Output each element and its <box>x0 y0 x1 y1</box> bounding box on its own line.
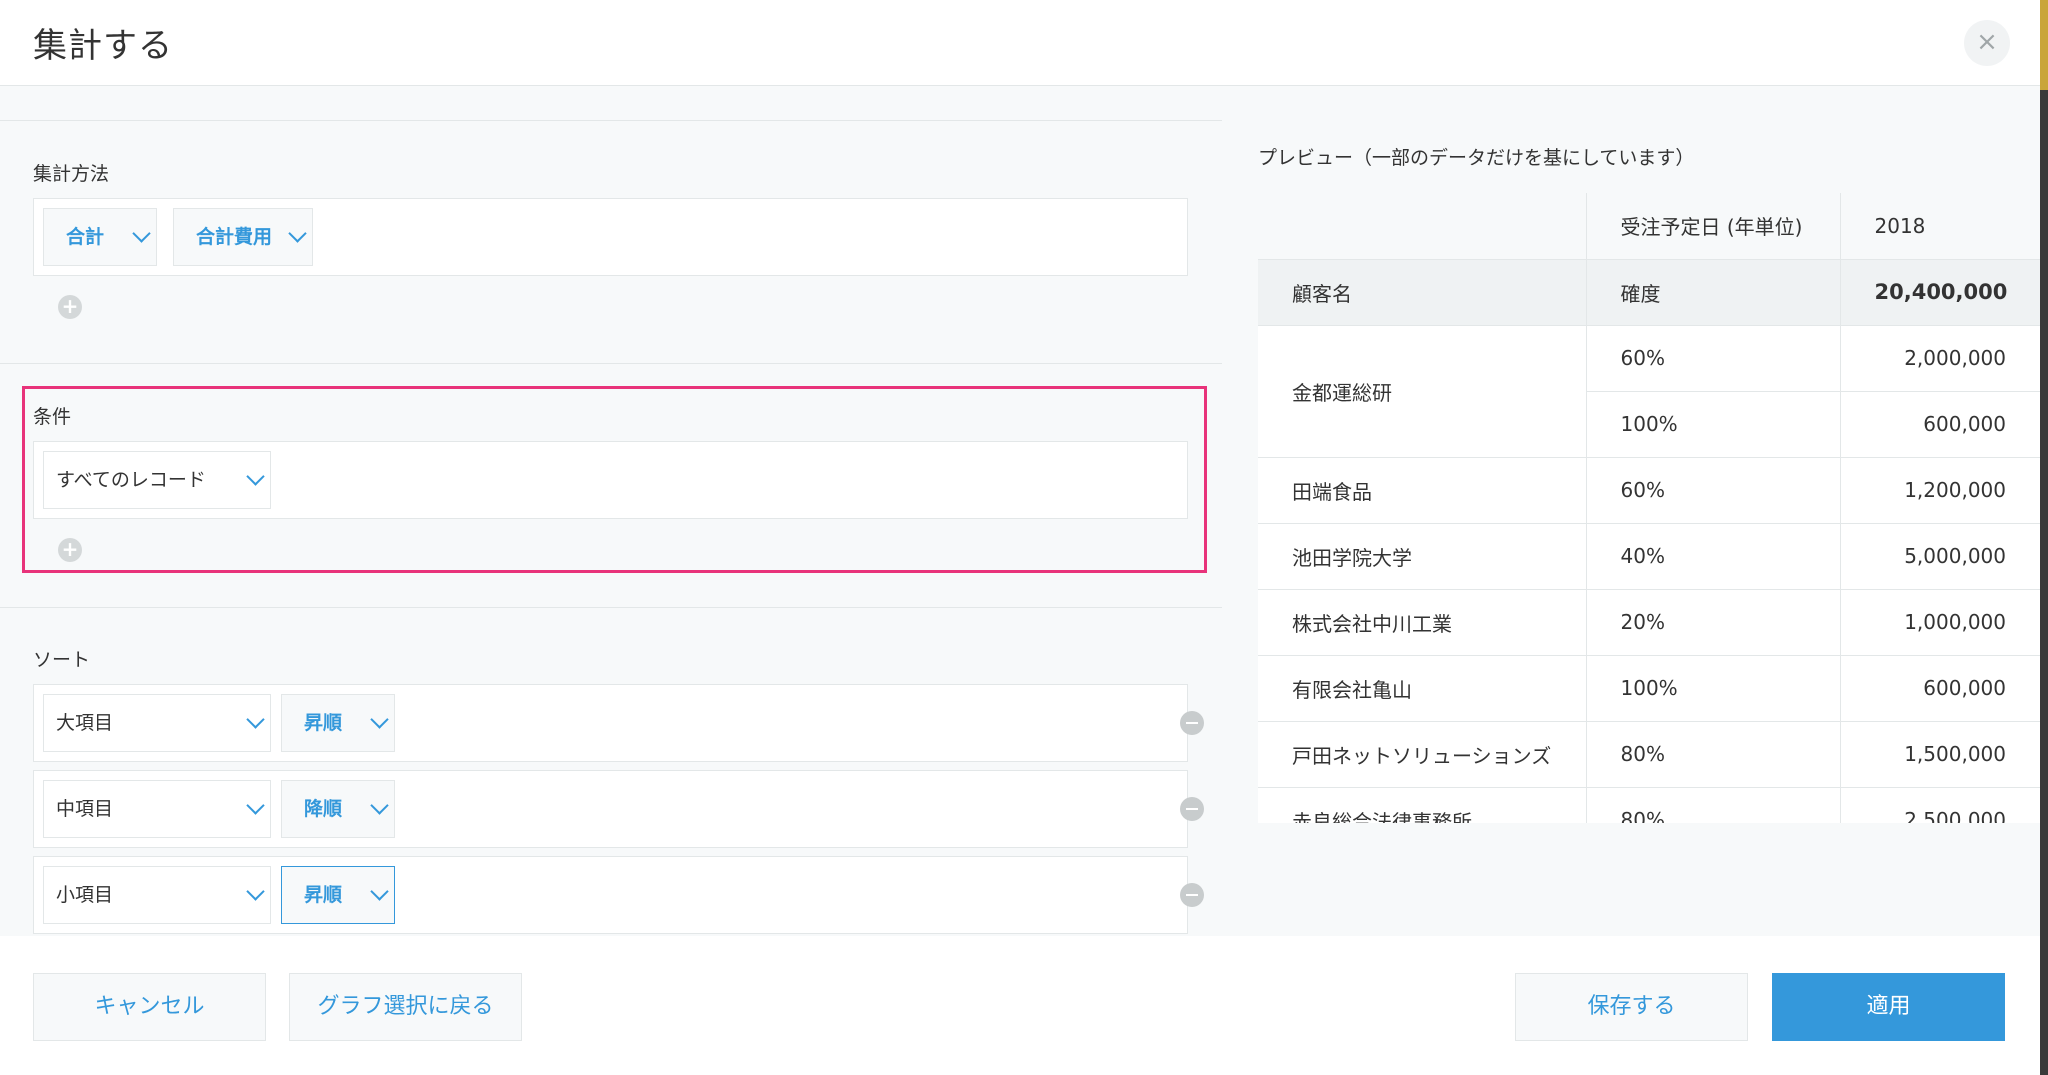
table-row: 戸田ネットソリューションズ 80% 1,500,000 <box>1258 721 2040 788</box>
value-cell: 1,000,000 <box>1840 589 2040 656</box>
close-icon[interactable]: × <box>1964 20 2010 66</box>
add-aggregation-icon[interactable]: + <box>58 295 82 319</box>
header-empty-cell <box>1258 193 1587 260</box>
remove-sort-icon[interactable] <box>1180 797 1204 821</box>
customer-cell: 戸田ネットソリューションズ <box>1258 721 1587 788</box>
customer-cell: 有限会社亀山 <box>1258 655 1587 722</box>
apply-button[interactable]: 適用 <box>1772 973 2005 1041</box>
remove-sort-icon[interactable] <box>1180 711 1204 735</box>
value-cell: 1,500,000 <box>1840 721 2040 788</box>
chevron-down-icon <box>248 717 262 731</box>
sort-field-value: 小項目 <box>56 884 114 906</box>
sort-order-select[interactable]: 昇順 <box>281 866 395 924</box>
dialog-header: 集計する × <box>0 0 2040 86</box>
remove-sort-icon[interactable] <box>1180 883 1204 907</box>
certainty-cell: 100% <box>1586 655 1841 722</box>
aggregation-label: 集計方法 <box>33 163 110 185</box>
customer-cell: 株式会社中川工業 <box>1258 589 1587 656</box>
sort-field-select[interactable]: 中項目 <box>43 780 271 838</box>
sort-order-select[interactable]: 降順 <box>281 780 395 838</box>
certainty-cell: 80% <box>1586 721 1841 788</box>
customer-cell: 池田学院大学 <box>1258 523 1587 590</box>
aggregate-dialog: 集計する × 集計方法 合計 合計費用 + 条件 すべてのレコード + ソート … <box>0 0 2040 1075</box>
table-row: 金都運総研 60% 2,000,000 <box>1258 325 2040 458</box>
certainty-column-header: 確度 <box>1586 259 1841 326</box>
table-row: 有限会社亀山 100% 600,000 <box>1258 655 2040 722</box>
value-cell: 600,000 <box>1840 655 2040 722</box>
certainty-cell: 60% <box>1586 325 1841 392</box>
dialog-title: 集計する <box>33 26 173 66</box>
dialog-footer: キャンセル グラフ選択に戻る 保存する 適用 <box>0 936 2040 1075</box>
aggregation-field-value: 合計費用 <box>196 226 273 248</box>
value-cell: 600,000 <box>1840 391 2040 458</box>
divider <box>0 120 1222 121</box>
sort-field-value: 大項目 <box>56 712 114 734</box>
chevron-down-icon <box>248 889 262 903</box>
chevron-down-icon <box>372 889 386 903</box>
table-subheader-row: 顧客名 確度 20,400,000 <box>1258 259 2040 326</box>
certainty-cell: 60% <box>1586 457 1841 524</box>
divider <box>0 363 1222 364</box>
preview-table: 受注予定日 (年単位) 2018 顧客名 確度 20,400,000 金都運総研… <box>1258 193 2040 823</box>
customer-cell: 田端食品 <box>1258 457 1587 524</box>
table-row: 池田学院大学 40% 5,000,000 <box>1258 523 2040 590</box>
chevron-down-icon <box>248 803 262 817</box>
customer-cell: 赤良総合法律事務所 <box>1258 787 1587 823</box>
value-cell: 1,200,000 <box>1840 457 2040 524</box>
value-cell: 2,500,000 <box>1840 787 2040 823</box>
sort-order-value: 昇順 <box>304 884 343 906</box>
header-year-cell: 2018 <box>1840 193 2040 260</box>
divider <box>0 607 1222 608</box>
value-cell: 5,000,000 <box>1840 523 2040 590</box>
sort-field-select[interactable]: 小項目 <box>43 866 271 924</box>
sort-row: 大項目 昇順 <box>33 684 1204 762</box>
preview-panel: プレビュー（一部のデータだけを基にしています） 受注予定日 (年単位) 2018… <box>1222 86 2040 936</box>
save-button[interactable]: 保存する <box>1515 973 1748 1041</box>
cancel-button[interactable]: キャンセル <box>33 973 266 1041</box>
certainty-cell: 80% <box>1586 787 1841 823</box>
certainty-cell: 100% <box>1586 391 1841 458</box>
table-row: 株式会社中川工業 20% 1,000,000 <box>1258 589 2040 656</box>
table-header-row: 受注予定日 (年単位) 2018 <box>1258 193 2040 260</box>
back-to-graph-select-button[interactable]: グラフ選択に戻る <box>289 973 522 1041</box>
aggregation-function-select[interactable]: 合計 <box>43 208 157 266</box>
preview-label: プレビュー（一部のデータだけを基にしています） <box>1258 147 1695 169</box>
certainty-cell: 40% <box>1586 523 1841 590</box>
sort-order-select[interactable]: 昇順 <box>281 694 395 752</box>
table-row: 田端食品 60% 1,200,000 <box>1258 457 2040 524</box>
sort-order-value: 昇順 <box>304 712 343 734</box>
sort-row: 小項目 昇順 <box>33 856 1204 934</box>
value-cell: 2,000,000 <box>1840 325 2040 392</box>
sort-label: ソート <box>33 649 91 671</box>
background-edge <box>2040 0 2048 1075</box>
sort-row: 中項目 降順 <box>33 770 1204 848</box>
customer-column-header: 顧客名 <box>1258 259 1587 326</box>
sort-order-value: 降順 <box>304 798 343 820</box>
condition-highlight-frame <box>22 386 1207 573</box>
chevron-down-icon <box>372 803 386 817</box>
sort-field-value: 中項目 <box>56 798 114 820</box>
chevron-down-icon <box>290 231 304 245</box>
table-row: 赤良総合法律事務所 80% 2,500,000 <box>1258 787 2040 823</box>
aggregation-box: 合計 合計費用 <box>33 198 1188 276</box>
background-edge-accent <box>2040 0 2048 90</box>
certainty-cell: 20% <box>1586 589 1841 656</box>
chevron-down-icon <box>134 231 148 245</box>
customer-cell: 金都運総研 <box>1258 325 1587 458</box>
header-group-cell: 受注予定日 (年単位) <box>1586 193 1841 260</box>
aggregation-field-select[interactable]: 合計費用 <box>173 208 313 266</box>
grand-total-cell: 20,400,000 <box>1840 259 2040 326</box>
sort-field-select[interactable]: 大項目 <box>43 694 271 752</box>
aggregation-function-value: 合計 <box>66 226 105 248</box>
chevron-down-icon <box>372 717 386 731</box>
